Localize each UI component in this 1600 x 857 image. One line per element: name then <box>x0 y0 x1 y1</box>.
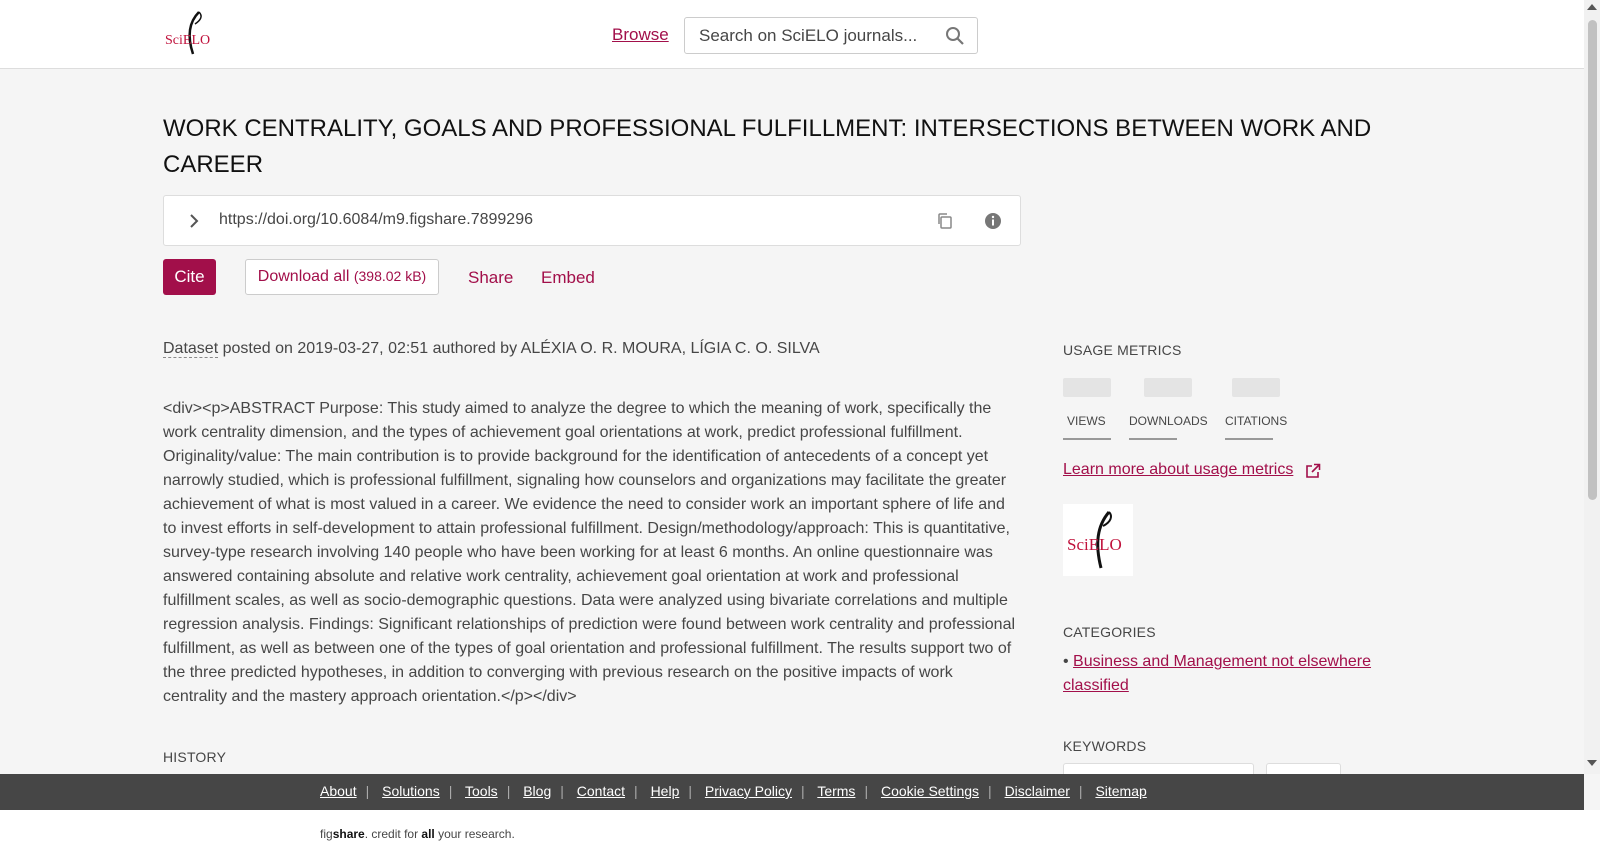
list-item: • Business and Management not elsewhere … <box>1063 653 1372 694</box>
footer-tagline-area: figshare. credit for all your research. <box>0 810 1600 857</box>
abstract-text: <div><p>ABSTRACT Purpose: This study aim… <box>163 400 1016 705</box>
share-link[interactable]: Share <box>468 268 513 288</box>
search-box <box>684 17 978 54</box>
scielo-logo[interactable]: SciELO <box>165 8 217 58</box>
scroll-up-arrow-icon[interactable] <box>1587 4 1597 10</box>
browse-link[interactable]: Browse <box>612 25 669 45</box>
metric-value-placeholder <box>1063 378 1111 397</box>
footer-link-tools[interactable]: Tools <box>465 783 498 799</box>
chevron-right-icon[interactable] <box>184 211 204 231</box>
cite-button[interactable]: Cite <box>163 259 216 295</box>
scroll-down-arrow-icon[interactable] <box>1587 760 1597 766</box>
metric-label: DOWNLOADS <box>1129 414 1208 428</box>
page-title: WORK CENTRALITY, GOALS AND PROFESSIONAL … <box>163 115 1372 178</box>
authors: ALÉXIA O. R. MOURA, LÍGIA C. O. SILVA <box>520 340 820 357</box>
footer-link-disclaimer[interactable]: Disclaimer <box>1005 783 1070 799</box>
footer-link-solutions[interactable]: Solutions <box>382 783 440 799</box>
thumbnail-logo-text: SciELO <box>1067 535 1122 554</box>
scrollbar-thumb[interactable] <box>1588 20 1597 500</box>
metric-value-placeholder <box>1144 378 1192 397</box>
item-meta: Dataset posted on 2019-03-27, 02:51 auth… <box>163 340 820 358</box>
keywords-heading: KEYWORDS <box>1063 738 1147 754</box>
footer-link-terms[interactable]: Terms <box>817 783 855 799</box>
footer-link-blog[interactable]: Blog <box>523 783 551 799</box>
footer-link-privacy-policy[interactable]: Privacy Policy <box>705 783 792 799</box>
download-size: (398.02 kB) <box>353 268 427 284</box>
categories-heading: CATEGORIES <box>1063 624 1156 640</box>
category-link[interactable]: Business and Management not elsewhere cl… <box>1063 653 1371 694</box>
site-header: SciELO Browse <box>0 0 1584 69</box>
metric-downloads[interactable]: DOWNLOADS <box>1129 378 1208 440</box>
usage-metrics-heading: USAGE METRICS <box>1063 342 1182 358</box>
item-type[interactable]: Dataset <box>163 340 219 358</box>
footer-link-help[interactable]: Help <box>651 783 680 799</box>
footer-link-sitemap[interactable]: Sitemap <box>1095 783 1146 799</box>
footer-bar: About | Solutions | Tools | Blog | Contact | … <box>0 774 1584 810</box>
metric-citations[interactable]: CITATIONS <box>1225 378 1287 440</box>
search-icon[interactable] <box>945 26 965 46</box>
download-label: Download all <box>257 268 350 285</box>
download-all-button[interactable]: Download all (398.02 kB) <box>245 259 439 295</box>
metric-label: VIEWS <box>1067 414 1106 428</box>
search-input[interactable] <box>685 18 935 53</box>
copy-icon[interactable] <box>936 212 954 230</box>
learn-more-usage-link[interactable]: Learn more about usage metrics <box>1063 461 1293 479</box>
posted-prefix: posted on <box>222 340 293 357</box>
history-heading: HISTORY <box>163 749 227 765</box>
metric-value-placeholder <box>1232 378 1280 397</box>
metric-label: CITATIONS <box>1225 414 1288 428</box>
scielo-thumbnail-logo: SciELO <box>1063 504 1133 576</box>
authored-prefix: authored by <box>432 340 518 357</box>
external-link-icon[interactable] <box>1305 463 1321 479</box>
page-scrollbar[interactable] <box>1584 0 1600 774</box>
metric-views[interactable]: VIEWS <box>1063 378 1111 440</box>
posted-date: 2019-03-27, 02:51 <box>297 340 429 357</box>
doi-bar: https://doi.org/10.6084/m9.figshare.7899… <box>163 195 1021 246</box>
info-icon[interactable] <box>984 212 1002 230</box>
figshare-tagline: figshare. credit for all your research. <box>320 827 515 841</box>
metric-underline <box>1063 438 1111 440</box>
logo-text: SciELO <box>165 33 210 48</box>
doi-link[interactable]: https://doi.org/10.6084/m9.figshare.7899… <box>219 211 533 229</box>
embed-link[interactable]: Embed <box>541 268 595 288</box>
footer-link-contact[interactable]: Contact <box>577 783 625 799</box>
footer-links: About | Solutions | Tools | Blog | Contact | … <box>320 783 1147 799</box>
metric-underline <box>1129 438 1177 440</box>
footer-link-cookie-settings[interactable]: Cookie Settings <box>881 783 979 799</box>
categories-list: • Business and Management not elsewhere … <box>1063 650 1403 698</box>
footer-link-about[interactable]: About <box>320 783 357 799</box>
metric-underline <box>1225 438 1273 440</box>
